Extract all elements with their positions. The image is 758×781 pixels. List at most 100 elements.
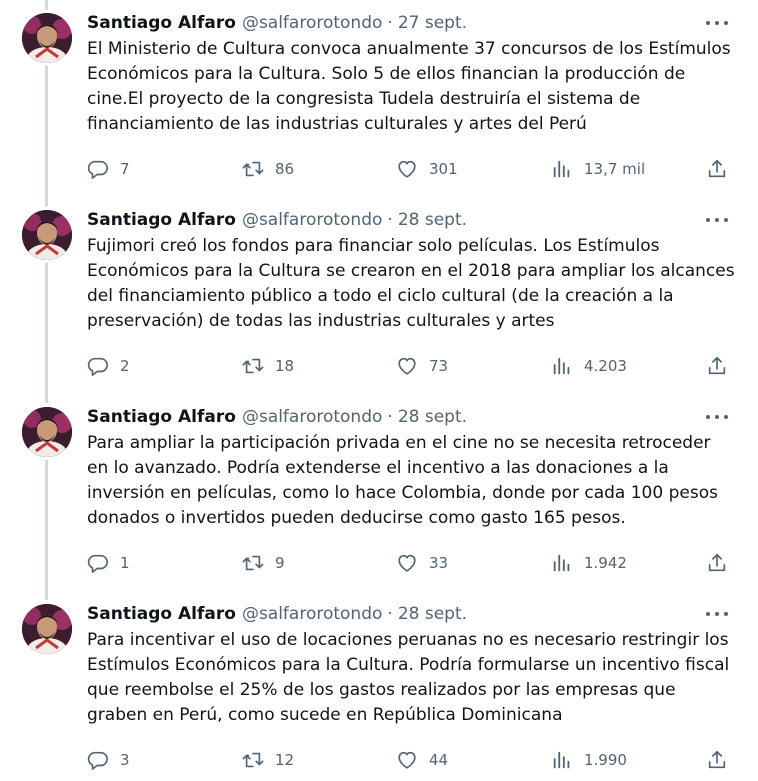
retweet-button[interactable]: 18 xyxy=(242,354,294,378)
tweet-text: El Ministerio de Cultura convoca anualme… xyxy=(87,39,731,134)
share-icon xyxy=(708,159,726,178)
tweet-date[interactable]: 28 sept. xyxy=(398,208,467,232)
author-name[interactable]: Santiago Alfaro xyxy=(87,405,236,429)
author-name[interactable]: Santiago Alfaro xyxy=(87,11,236,35)
retweet-count: 18 xyxy=(275,357,295,375)
tweet-text: Para incentivar el uso de locaciones per… xyxy=(87,630,730,725)
reply-icon xyxy=(87,357,108,376)
tweet-actions: 7 86 301 13,7 mil xyxy=(87,157,737,181)
views-icon xyxy=(553,751,570,769)
tweet-header: Santiago Alfaro @salfarorotondo · 28 sep… xyxy=(87,405,467,429)
like-count: 44 xyxy=(429,751,449,769)
reply-button[interactable]: 1 xyxy=(87,551,130,575)
tweet-text: Fujimori creó los fondos para financiar … xyxy=(87,236,735,331)
avatar-image xyxy=(22,210,72,260)
like-count: 33 xyxy=(429,554,449,572)
reply-icon xyxy=(87,554,108,573)
views-icon xyxy=(553,357,570,375)
tweet-header: Santiago Alfaro @salfarorotondo · 28 sep… xyxy=(87,208,467,232)
like-icon xyxy=(398,160,416,178)
view-count: 1.990 xyxy=(584,751,627,769)
tweet-header: Santiago Alfaro @salfarorotondo · 27 sep… xyxy=(87,11,467,35)
like-count: 301 xyxy=(429,160,458,178)
reply-icon xyxy=(87,751,108,770)
separator: · xyxy=(387,604,393,624)
reply-count: 2 xyxy=(120,357,130,375)
views-button[interactable]: 1.942 xyxy=(551,551,627,575)
reply-count: 1 xyxy=(120,554,130,572)
views-icon xyxy=(553,554,570,572)
reply-count: 3 xyxy=(120,751,130,769)
retweet-button[interactable]: 86 xyxy=(242,157,294,181)
author-name[interactable]: Santiago Alfaro xyxy=(87,602,236,626)
more-icon[interactable] xyxy=(706,14,728,32)
like-icon xyxy=(398,357,416,375)
retweet-button[interactable]: 9 xyxy=(242,551,285,575)
reply-count: 7 xyxy=(120,160,130,178)
reply-button[interactable]: 7 xyxy=(87,157,130,181)
tweet-actions: 3 12 44 1.990 xyxy=(87,748,737,772)
tweet-date[interactable]: 27 sept. xyxy=(398,11,467,35)
author-handle[interactable]: @salfarorotondo xyxy=(242,11,382,35)
avatar[interactable] xyxy=(22,13,72,63)
retweet-button[interactable]: 12 xyxy=(242,748,294,772)
like-button[interactable]: 44 xyxy=(396,748,448,772)
share-icon xyxy=(708,356,726,375)
views-button[interactable]: 4.203 xyxy=(551,354,627,378)
like-button[interactable]: 301 xyxy=(396,157,458,181)
retweet-count: 86 xyxy=(275,160,295,178)
views-button[interactable]: 1.990 xyxy=(551,748,627,772)
avatar-image xyxy=(22,604,72,654)
share-icon xyxy=(708,553,726,572)
retweet-icon xyxy=(242,161,264,177)
retweet-icon xyxy=(242,358,264,374)
avatar[interactable] xyxy=(22,604,72,654)
share-button[interactable] xyxy=(706,748,728,772)
tweet-text: Para ampliar la participación privada en… xyxy=(87,433,718,528)
views-icon xyxy=(553,160,570,178)
avatar-image xyxy=(22,13,72,63)
share-button[interactable] xyxy=(706,551,728,575)
more-icon[interactable] xyxy=(706,408,728,426)
avatar[interactable] xyxy=(22,210,72,260)
retweet-icon xyxy=(242,555,264,571)
retweet-icon xyxy=(242,752,264,768)
tweet[interactable]: Santiago Alfaro @salfarorotondo · 28 sep… xyxy=(0,197,758,394)
author-name[interactable]: Santiago Alfaro xyxy=(87,208,236,232)
avatar[interactable] xyxy=(22,407,72,457)
retweet-count: 12 xyxy=(275,751,295,769)
reply-button[interactable]: 3 xyxy=(87,748,130,772)
tweet-actions: 1 9 33 1.942 xyxy=(87,551,737,575)
like-icon xyxy=(398,554,416,572)
like-button[interactable]: 33 xyxy=(396,551,448,575)
reply-icon xyxy=(87,160,108,179)
more-icon[interactable] xyxy=(706,605,728,623)
tweet-date[interactable]: 28 sept. xyxy=(398,602,467,626)
author-handle[interactable]: @salfarorotondo xyxy=(242,208,382,232)
thread-timeline: Santiago Alfaro @salfarorotondo · 27 sep… xyxy=(0,0,758,781)
retweet-count: 9 xyxy=(275,554,285,572)
separator: · xyxy=(387,210,393,230)
like-icon xyxy=(398,751,416,769)
separator: · xyxy=(387,407,393,427)
view-count: 4.203 xyxy=(584,357,627,375)
share-button[interactable] xyxy=(706,157,728,181)
tweet[interactable]: Santiago Alfaro @salfarorotondo · 28 sep… xyxy=(0,591,758,781)
tweet-header: Santiago Alfaro @salfarorotondo · 28 sep… xyxy=(87,602,467,626)
author-handle[interactable]: @salfarorotondo xyxy=(242,602,382,626)
view-count: 13,7 mil xyxy=(584,160,646,178)
tweet-actions: 2 18 73 4.203 xyxy=(87,354,737,378)
share-icon xyxy=(708,750,726,769)
reply-button[interactable]: 2 xyxy=(87,354,130,378)
avatar-image xyxy=(22,407,72,457)
like-button[interactable]: 73 xyxy=(396,354,448,378)
author-handle[interactable]: @salfarorotondo xyxy=(242,405,382,429)
like-count: 73 xyxy=(429,357,449,375)
tweet-date[interactable]: 28 sept. xyxy=(398,405,467,429)
more-icon[interactable] xyxy=(706,211,728,229)
tweet[interactable]: Santiago Alfaro @salfarorotondo · 27 sep… xyxy=(0,0,758,197)
separator: · xyxy=(387,13,393,33)
share-button[interactable] xyxy=(706,354,728,378)
tweet[interactable]: Santiago Alfaro @salfarorotondo · 28 sep… xyxy=(0,394,758,591)
views-button[interactable]: 13,7 mil xyxy=(551,157,645,181)
